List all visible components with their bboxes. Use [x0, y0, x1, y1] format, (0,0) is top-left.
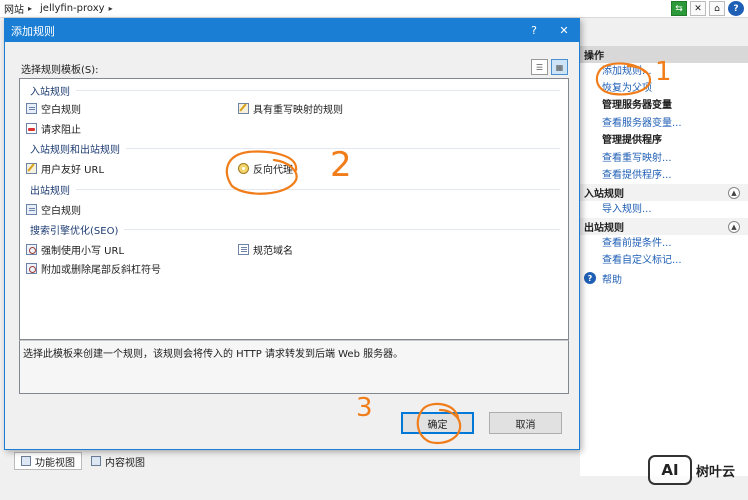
- actions-panel: 操作 添加规则... 恢复为父项 管理服务器变量 查看服务器变量... 管理提供…: [580, 46, 748, 476]
- outbound-rules-header: 出站规则 ▲: [580, 218, 748, 235]
- watermark-text: 树叶云: [696, 464, 736, 480]
- inbound-rules-title: 入站规则: [584, 189, 624, 200]
- view-providers-link[interactable]: 查看提供程序...: [580, 167, 748, 184]
- template-label: 空白规则: [41, 206, 81, 217]
- view-toggle: ☰ ▦: [531, 59, 568, 75]
- template-rewrite-map[interactable]: 具有重写映射的规则: [238, 101, 343, 116]
- template-description: 选择此模板来创建一个规则，该规则会将传入的 HTTP 请求转发到后端 Web 服…: [19, 340, 569, 394]
- cancel-button[interactable]: 取消: [489, 412, 562, 434]
- breadcrumb-site[interactable]: jellyfin-proxy: [40, 3, 105, 14]
- group-divider: [76, 90, 560, 91]
- watermark-logo: AI: [648, 455, 692, 485]
- lowercase-url-icon: [26, 244, 37, 255]
- blank-rule-icon: [26, 204, 37, 215]
- tab-label: 功能视图: [35, 457, 75, 469]
- group-header-inbound: 入站规则: [30, 83, 560, 98]
- ok-button[interactable]: 确定: [401, 412, 474, 434]
- request-block-icon: [26, 123, 37, 134]
- dialog-title: 添加规则: [11, 24, 55, 38]
- view-preconditions-link[interactable]: 查看前提条件...: [580, 235, 748, 252]
- blank-rule-icon: [26, 103, 37, 114]
- template-label: 选择规则模板(S):: [21, 65, 99, 76]
- actions-title: 操作: [584, 51, 604, 62]
- template-lowercase-url[interactable]: 强制使用小写 URL: [26, 242, 124, 257]
- template-blank-inbound[interactable]: 空白规则: [26, 101, 81, 116]
- group-header-seo: 搜索引擎优化(SEO): [30, 222, 560, 237]
- breadcrumb-separator-icon: ▸: [28, 4, 33, 13]
- help-button[interactable]: ?: [519, 19, 549, 42]
- group-divider: [124, 229, 560, 230]
- template-label: 规范域名: [253, 246, 293, 257]
- group-header-outbound: 出站规则: [30, 182, 560, 197]
- revert-to-parent-link[interactable]: 恢复为父项: [580, 80, 748, 97]
- group-header-inbound-outbound: 入站规则和出站规则: [30, 141, 560, 156]
- template-trailing-slash[interactable]: 附加或删除尾部反斜杠符号: [26, 261, 161, 276]
- template-label: 附加或删除尾部反斜杠符号: [41, 265, 161, 276]
- rewrite-map-icon: [238, 103, 249, 114]
- view-custom-tags-link[interactable]: 查看自定义标记...: [580, 252, 748, 269]
- view-rewrite-maps-link[interactable]: 查看重写映射...: [580, 150, 748, 167]
- content-view-icon: [91, 456, 101, 466]
- collapse-icon[interactable]: ▲: [728, 220, 740, 233]
- template-label: 反向代理: [253, 165, 293, 176]
- template-label: 请求阻止: [41, 125, 81, 136]
- address-bar: 网站 ▸ jellyfin-proxy ▸ ⇆ ✕ ⌂ ?: [0, 0, 748, 18]
- canonical-domain-icon: [238, 244, 249, 255]
- help-label: 帮助: [602, 274, 622, 286]
- group-title: 入站规则: [30, 87, 70, 98]
- manage-providers-title: 管理提供程序: [602, 135, 662, 146]
- features-view-icon: [21, 456, 31, 466]
- breadcrumb-sites[interactable]: 网站: [4, 1, 24, 16]
- group-title: 入站规则和出站规则: [30, 145, 120, 156]
- actions-header: 操作: [580, 46, 748, 63]
- template-label: 强制使用小写 URL: [41, 246, 125, 257]
- template-request-block[interactable]: 请求阻止: [26, 121, 81, 136]
- template-list: 入站规则 空白规则 请求阻止 具有重写映射的规则 入站规则和出站规则 用户友好 …: [19, 78, 569, 340]
- tab-content-view[interactable]: 内容视图: [84, 452, 152, 470]
- breadcrumb-separator-icon[interactable]: ▸: [109, 4, 113, 13]
- group-divider: [126, 148, 560, 149]
- help-icon: ?: [584, 272, 596, 284]
- help-icon[interactable]: ?: [728, 1, 744, 16]
- inbound-rules-header: 入站规则 ▲: [580, 184, 748, 201]
- friendly-url-icon: [26, 163, 37, 174]
- template-friendly-url[interactable]: 用户友好 URL: [26, 161, 104, 176]
- trailing-slash-icon: [26, 263, 37, 274]
- reverse-proxy-icon: [238, 163, 249, 174]
- collapse-icon[interactable]: ▲: [728, 186, 740, 199]
- import-rules-link[interactable]: 导入规则...: [580, 201, 748, 218]
- template-label: 具有重写映射的规则: [253, 105, 343, 116]
- manage-server-variables-title: 管理服务器变量: [602, 100, 672, 111]
- view-server-variables-link[interactable]: 查看服务器变量...: [580, 115, 748, 132]
- template-canonical-domain[interactable]: 规范域名: [238, 242, 293, 257]
- group-title: 出站规则: [30, 186, 70, 197]
- tile-view-icon[interactable]: ▦: [551, 59, 568, 75]
- group-title: 搜索引擎优化(SEO): [30, 226, 119, 237]
- outbound-rules-title: 出站规则: [584, 223, 624, 234]
- watermark: AI 树叶云: [648, 455, 735, 485]
- tab-features-view[interactable]: 功能视图: [14, 452, 82, 470]
- group-divider: [76, 189, 560, 190]
- go-icon[interactable]: ⇆: [671, 1, 687, 16]
- view-tabs: 功能视图 内容视图: [14, 452, 152, 470]
- home-icon[interactable]: ⌂: [709, 1, 725, 16]
- template-blank-outbound[interactable]: 空白规则: [26, 202, 81, 217]
- add-rule-link[interactable]: 添加规则...: [580, 63, 748, 80]
- dialog-titlebar[interactable]: 添加规则 ? ✕: [5, 19, 579, 42]
- tab-label: 内容视图: [105, 457, 145, 469]
- stop-icon[interactable]: ✕: [690, 1, 706, 16]
- template-reverse-proxy[interactable]: 反向代理: [238, 161, 293, 176]
- list-view-icon[interactable]: ☰: [531, 59, 548, 75]
- help-link[interactable]: ? 帮助: [580, 269, 748, 287]
- address-toolbar: ⇆ ✕ ⌂ ?: [671, 1, 744, 16]
- template-label: 用户友好 URL: [41, 165, 105, 176]
- close-button[interactable]: ✕: [549, 19, 579, 42]
- add-rule-dialog: 添加规则 ? ✕ 选择规则模板(S): ☰ ▦ 入站规则 空白规则 请求阻止 具…: [4, 18, 580, 450]
- template-label: 空白规则: [41, 105, 81, 116]
